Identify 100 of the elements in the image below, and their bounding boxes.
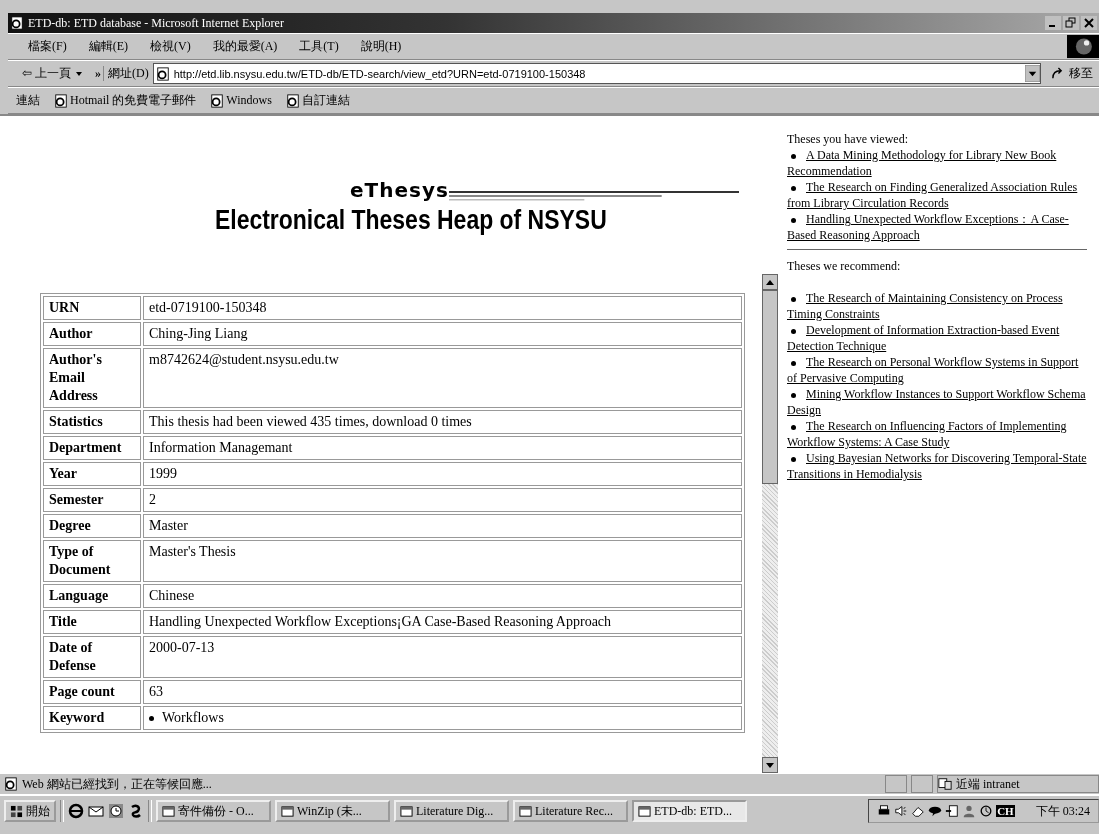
scroll-up-icon[interactable] [765,278,775,286]
field-label: Language [43,584,141,608]
vertical-scrollbar[interactable] [762,274,778,773]
restore-icon[interactable] [1063,16,1079,30]
menu-item[interactable]: 說明(H) [360,38,402,55]
taskbar-button[interactable]: WinZip (未... [275,800,390,822]
back-button[interactable]: ⇦ 上一頁 [16,65,89,82]
field-value: 63 [143,680,742,704]
menu-item[interactable]: 我的最愛(A) [212,38,278,55]
globe-logo-icon [1067,34,1099,59]
field-value: Master's Thesis [143,540,742,582]
field-label: Page count [43,680,141,704]
field-value: Workflows [143,706,742,730]
logo-brand: eThesys [350,178,449,202]
field-value: m8742624@student.nsysu.edu.tw [143,348,742,408]
status-pane [885,775,907,793]
field-label: Year [43,462,141,486]
address-field[interactable]: http://etd.lib.nsysu.edu.tw/ETD-db/ETD-search/view_etd?URN=etd-0719100-150348 [152,63,1041,84]
thesis-link[interactable]: The Research on Personal Workflow Systems in Support of Pervasive Computing [787,354,1087,386]
taskbar-button[interactable]: Literature Rec... [513,800,628,822]
window-icon [638,804,651,818]
start-button[interactable]: 開始 [4,800,56,822]
scroll-down-icon[interactable] [765,761,775,769]
field-label: Type of Document [43,540,141,582]
viewed-heading: Theses you have viewed: [787,131,909,147]
thesis-link[interactable]: Mining Workflow Instances to Support Workflow Schema Design [787,386,1087,418]
printer-icon [877,804,892,818]
thesis-link[interactable]: Handling Unexpected Workflow Exceptions：A Case-Based Reasoning Approach [787,211,1087,243]
browser-icon [10,16,24,30]
field-value: 2 [143,488,742,512]
thesis-link[interactable]: The Research on Finding Generalized Association Rules from Library Circulation Records [787,179,1087,211]
field-label: Date of Defense [43,636,141,678]
field-value: Chinese [143,584,742,608]
field-label: Statistics [43,410,141,434]
page-icon [210,93,225,108]
windows-logo-icon [10,804,23,818]
window-icon [281,804,294,818]
window-icon [400,804,413,818]
window-title: ETD-db: ETD database - Microsoft Internet Explorer [28,15,284,31]
field-label: Title [43,610,141,634]
taskbar-button[interactable]: ETD-db: ETD... [632,800,747,822]
status-text: Web 網站已經找到，正在等候回應... [22,775,213,793]
network-icon [938,777,952,791]
menu-item[interactable]: 檔案(F) [28,38,67,55]
language-indicator[interactable]: CH [996,805,1015,817]
field-label: Author [43,322,141,346]
zone-text: 近端 intranet [956,775,1020,793]
chat-icon [928,804,943,818]
page-icon [4,777,18,791]
address-label: 網址(D) [108,65,149,82]
arrow-icon [1051,67,1064,80]
thesis-link[interactable]: The Research on Influencing Factors of Implementing Workflow Systems: A Case Study [787,418,1087,450]
menu-item[interactable]: 檢視(V) [150,38,191,55]
thesis-link[interactable]: Using Bayesian Networks for Discovering Temporal-State Transitions in Hemodialysis [787,450,1087,482]
taskbar-button[interactable]: 寄件備份 - O... [156,800,271,822]
speaker-icon [894,804,909,818]
window-icon [519,804,532,818]
links-label: 連結 [16,92,40,109]
mail-icon[interactable] [88,803,104,819]
device-icon [945,804,960,818]
field-value: Ching-Jing Liang [143,322,742,346]
more-button[interactable]: » [93,66,104,81]
link-button[interactable]: Windows [210,93,272,108]
field-label: Department [43,436,141,460]
field-value: Handling Unexpected Workflow Exceptions¡GA Case-Based Reasoning Approach [143,610,742,634]
field-label: Degree [43,514,141,538]
field-label: Semester [43,488,141,512]
field-value: This thesis had been viewed 435 times, download 0 times [143,410,742,434]
minimize-icon[interactable] [1045,16,1061,30]
thesis-link[interactable]: A Data Mining Methodology for Library New Book Recommendation [787,147,1087,179]
window-icon [162,804,175,818]
link-button[interactable]: Hotmail 的免費電子郵件 [54,92,197,109]
status-pane [911,775,933,793]
field-label: Keyword [43,706,141,730]
page-icon [155,66,170,81]
page-icon [285,93,300,108]
browser-icon[interactable] [68,803,84,819]
thesis-link[interactable]: The Research of Maintaining Consistency on Process Timing Constraints [787,290,1087,322]
field-value: 1999 [143,462,742,486]
thesis-link[interactable]: Development of Information Extraction-based Event Detection Technique [787,322,1087,354]
eraser-icon [911,804,926,818]
link-button[interactable]: 自訂連結 [285,92,350,109]
field-value: 2000-07-13 [143,636,742,678]
close-icon[interactable] [1081,16,1097,30]
recommend-heading: Theses we recommend: [787,258,902,274]
field-value: Information Managemant [143,436,742,460]
dropdown-arrow-icon[interactable] [1025,65,1040,82]
clock-text: 下午 03:24 [1035,802,1090,820]
taskbar-button[interactable]: Literature Dig... [394,800,509,822]
field-label: URN [43,296,141,320]
field-value: Master [143,514,742,538]
logo-title: Electronical Theses Heap of NSYSU [215,204,607,236]
field-value: etd-0719100-150348 [143,296,742,320]
menu-item[interactable]: 工具(T) [299,38,339,55]
field-label: Author's Email Address [43,348,141,408]
page-icon [54,93,68,108]
menu-item[interactable]: 編輯(E) [88,38,128,55]
go-button[interactable]: 移至 [1045,65,1099,82]
clock-icon[interactable] [108,803,124,819]
user-icon [962,804,977,818]
